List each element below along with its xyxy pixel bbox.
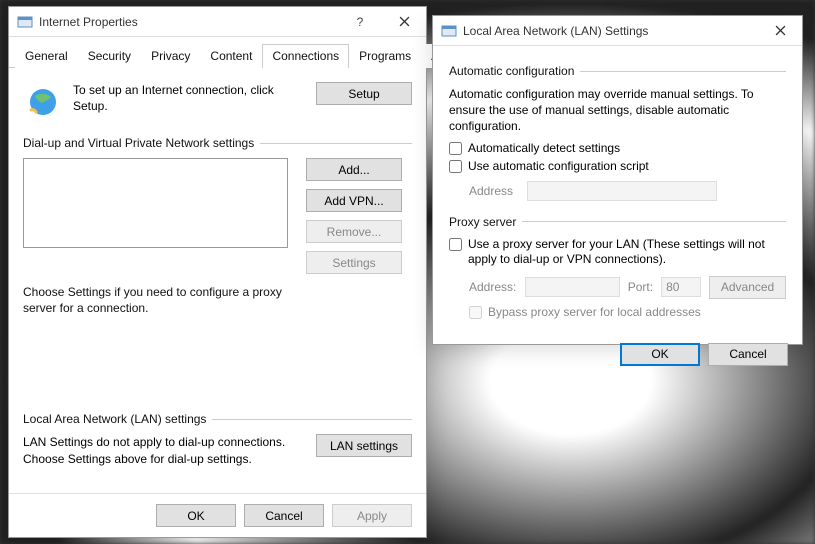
- checkbox-label: Use a proxy server for your LAN (These s…: [468, 237, 786, 268]
- intro-text: To set up an Internet connection, click …: [73, 82, 306, 114]
- script-address-input: [527, 181, 717, 201]
- auto-desc: Automatic configuration may override man…: [449, 86, 786, 135]
- checkbox-label: Use automatic configuration script: [468, 159, 649, 173]
- globe-icon: [23, 82, 63, 122]
- checkbox-input[interactable]: [449, 160, 462, 173]
- tab-programs[interactable]: Programs: [349, 44, 421, 68]
- lan-settings-window: Local Area Network (LAN) Settings Automa…: [432, 15, 803, 345]
- setup-button[interactable]: Setup: [316, 82, 412, 105]
- settings-button: Settings: [306, 251, 402, 274]
- titlebar: Internet Properties ?: [9, 7, 426, 37]
- dial-desc: Choose Settings if you need to configure…: [23, 284, 303, 316]
- proxy-group-label: Proxy server: [449, 215, 516, 229]
- script-address-label: Address: [469, 184, 519, 198]
- cancel-button[interactable]: Cancel: [708, 343, 788, 366]
- lan-desc: LAN Settings do not apply to dial-up con…: [23, 434, 298, 466]
- remove-button: Remove...: [306, 220, 402, 243]
- checkbox-label: Bypass proxy server for local addresses: [488, 305, 701, 319]
- proxy-address-input: [525, 277, 620, 297]
- auto-script-checkbox[interactable]: Use automatic configuration script: [449, 159, 786, 173]
- dial-group-label: Dial-up and Virtual Private Network sett…: [23, 136, 254, 150]
- auto-detect-checkbox[interactable]: Automatically detect settings: [449, 141, 786, 155]
- add-vpn-button[interactable]: Add VPN...: [306, 189, 402, 212]
- ok-button[interactable]: OK: [620, 343, 700, 366]
- checkbox-input: [469, 306, 482, 319]
- help-button[interactable]: ?: [338, 7, 382, 37]
- tabstrip: General Security Privacy Content Connect…: [9, 37, 426, 68]
- app-icon: [441, 23, 457, 39]
- proxy-checkbox[interactable]: Use a proxy server for your LAN (These s…: [449, 237, 786, 268]
- proxy-port-input: [661, 277, 701, 297]
- titlebar: Local Area Network (LAN) Settings: [433, 16, 802, 46]
- auto-group-label: Automatic configuration: [449, 64, 574, 78]
- tab-privacy[interactable]: Privacy: [141, 44, 200, 68]
- app-icon: [17, 14, 33, 30]
- divider: [522, 221, 786, 222]
- window-title: Local Area Network (LAN) Settings: [463, 24, 758, 38]
- close-button[interactable]: [382, 7, 426, 37]
- cancel-button[interactable]: Cancel: [244, 504, 324, 527]
- lan-settings-button[interactable]: LAN settings: [316, 434, 412, 457]
- close-button[interactable]: [758, 16, 802, 46]
- internet-properties-window: Internet Properties ? General Security P…: [8, 6, 427, 538]
- window-title: Internet Properties: [39, 15, 338, 29]
- connections-listbox[interactable]: [23, 158, 288, 248]
- checkbox-input[interactable]: [449, 238, 462, 251]
- lan-group-label: Local Area Network (LAN) settings: [23, 412, 206, 426]
- tab-security[interactable]: Security: [78, 44, 141, 68]
- divider: [212, 419, 412, 420]
- checkbox-label: Automatically detect settings: [468, 141, 620, 155]
- proxy-port-label: Port:: [628, 280, 653, 294]
- divider: [260, 143, 412, 144]
- proxy-address-label: Address:: [469, 280, 517, 294]
- tab-content[interactable]: Content: [200, 44, 262, 68]
- bypass-checkbox: Bypass proxy server for local addresses: [469, 305, 786, 319]
- add-button[interactable]: Add...: [306, 158, 402, 181]
- advanced-button: Advanced: [709, 276, 786, 299]
- checkbox-input[interactable]: [449, 142, 462, 155]
- ok-button[interactable]: OK: [156, 504, 236, 527]
- tab-general[interactable]: General: [15, 44, 78, 68]
- divider: [580, 71, 786, 72]
- tab-connections[interactable]: Connections: [262, 44, 349, 68]
- apply-button: Apply: [332, 504, 412, 527]
